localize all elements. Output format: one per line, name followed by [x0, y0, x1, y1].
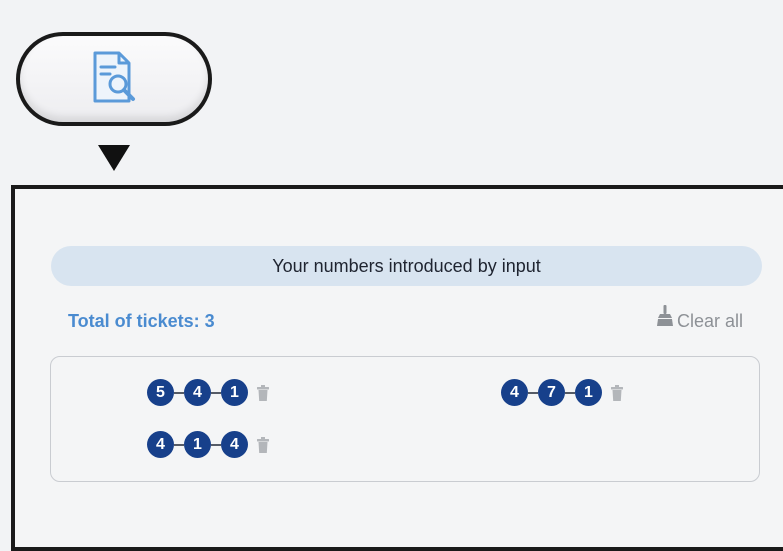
panel-title: Your numbers introduced by input [272, 255, 541, 276]
number-ball: 4 [147, 431, 174, 458]
panel-header: Your numbers introduced by input [51, 246, 762, 286]
pointer-arrow [98, 145, 130, 171]
connector [211, 443, 221, 446]
total-tickets: Total of tickets: 3 [68, 311, 215, 331]
number-ball: 5 [147, 379, 174, 406]
number-ball: 7 [538, 379, 565, 406]
clear-all-button[interactable]: Clear all [656, 305, 743, 332]
number-ball: 4 [221, 431, 248, 458]
broom-icon [656, 305, 677, 332]
ticket: 5 4 1 [147, 379, 269, 406]
trash-icon [257, 384, 269, 401]
ticket: 4 7 1 [501, 379, 623, 406]
ticket: 4 1 4 [147, 431, 269, 458]
document-search-icon [89, 50, 139, 109]
delete-ticket-button[interactable] [257, 384, 269, 401]
connector [565, 391, 575, 394]
number-ball: 1 [184, 431, 211, 458]
connector [174, 443, 184, 446]
delete-ticket-button[interactable] [611, 384, 623, 401]
trash-icon [257, 436, 269, 453]
tickets-list: 5 4 1 4 7 1 4 1 4 [50, 356, 760, 482]
clear-all-label: Clear all [676, 311, 743, 331]
view-numbers-button[interactable] [16, 32, 212, 126]
number-ball: 4 [184, 379, 211, 406]
connector [174, 391, 184, 394]
connector [211, 391, 221, 394]
number-ball: 1 [221, 379, 248, 406]
connector [528, 391, 538, 394]
delete-ticket-button[interactable] [257, 436, 269, 453]
trash-icon [611, 384, 623, 401]
number-ball: 1 [575, 379, 602, 406]
number-ball: 4 [501, 379, 528, 406]
numbers-panel: Your numbers introduced by input Total o… [11, 185, 783, 551]
